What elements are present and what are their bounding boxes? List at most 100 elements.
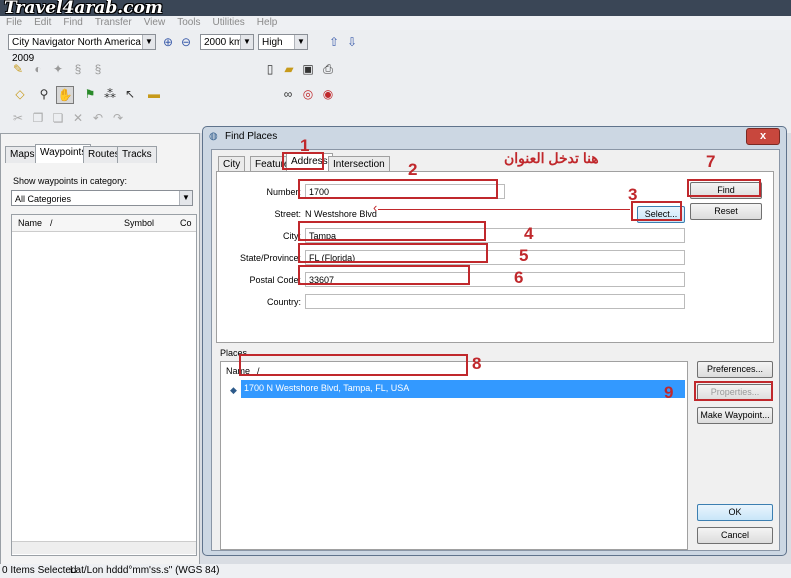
- arabic-instruction: هنا تدخل العنوان: [504, 150, 599, 166]
- menu-edit[interactable]: Edit: [28, 16, 57, 30]
- cut-icon[interactable]: ✂: [10, 110, 26, 126]
- street-value: N Westshore Blvd: [305, 209, 377, 219]
- places-list[interactable]: Name / ◆ 1700 N Westshore Blvd, Tampa, F…: [220, 361, 688, 550]
- chevron-down-icon: ▼: [294, 35, 307, 49]
- column-sort[interactable]: /: [50, 215, 53, 231]
- chevron-down-icon: ▼: [179, 191, 192, 205]
- toolbar-area: City Navigator North America 2009 ▼ ⊕ ⊖ 2…: [0, 30, 791, 133]
- dialog-globe-icon: ◍: [209, 131, 218, 142]
- waypoint-flag-icon[interactable]: ⚑: [82, 86, 98, 102]
- list-header: Name / Symbol Co: [12, 215, 196, 232]
- annotation-box-postal: [298, 265, 470, 285]
- column-symbol[interactable]: Symbol: [124, 215, 154, 231]
- measure-ruler-icon[interactable]: ▬: [146, 86, 162, 102]
- annotation-number-3: 3: [628, 185, 638, 204]
- place-marker-icon: ◆: [230, 385, 237, 395]
- menu-utilities[interactable]: Utilities: [207, 16, 251, 30]
- status-bar: 0 Items Selected Lat/Lon hddd°mm'ss.s" (…: [0, 564, 791, 578]
- eraser-tool-icon[interactable]: ◐: [30, 61, 46, 77]
- make-waypoint-button[interactable]: Make Waypoint...: [697, 407, 773, 424]
- annotation-number-1: 1: [300, 136, 310, 155]
- status-format: Lat/Lon hddd°mm'ss.s" (WGS 84): [70, 565, 220, 576]
- city-label: City:: [283, 231, 301, 241]
- delete-icon[interactable]: ✕: [70, 110, 86, 126]
- zoom-scale-select[interactable]: 2000 km ▼: [200, 34, 254, 50]
- paste-icon[interactable]: ❏: [50, 110, 66, 126]
- menu-file[interactable]: File: [0, 16, 28, 30]
- state-label: State/Province:: [239, 253, 301, 263]
- status-items: 0 Items Selected: [2, 565, 77, 576]
- detail-select[interactable]: High ▼: [258, 34, 308, 50]
- annotation-box-number: [298, 179, 498, 199]
- map-product-select[interactable]: City Navigator North America 2009 ▼: [8, 34, 156, 64]
- open-folder-icon[interactable]: ▰: [281, 61, 297, 77]
- annotation-number-2: 2: [408, 160, 418, 179]
- annotation-box-city: [298, 221, 486, 241]
- annotation-box-select: [631, 201, 682, 221]
- chevron-down-icon: ▼: [240, 35, 253, 49]
- redo-icon[interactable]: ↷: [110, 110, 126, 126]
- route-tool-icon[interactable]: ✦: [50, 61, 66, 77]
- find-nearby-icon[interactable]: ◎: [300, 86, 316, 102]
- horizontal-scrollbar[interactable]: [12, 541, 196, 554]
- column-name[interactable]: Name: [18, 215, 42, 231]
- number-label: Number:: [266, 187, 301, 197]
- annotation-box-state: [298, 243, 488, 263]
- save-icon[interactable]: ▣: [300, 61, 316, 77]
- list-item[interactable]: 1700 N Westshore Blvd, Tampa, FL, USA: [241, 380, 685, 398]
- annotation-number-5: 5: [519, 246, 529, 265]
- menu-transfer[interactable]: Transfer: [89, 16, 138, 30]
- tab-city[interactable]: City: [218, 156, 246, 172]
- country-field[interactable]: [305, 294, 685, 309]
- undo-icon[interactable]: ↶: [90, 110, 106, 126]
- preferences-button[interactable]: Preferences...: [697, 361, 773, 378]
- tab-intersection[interactable]: Intersection: [328, 156, 390, 172]
- annotation-number-9: 9: [664, 383, 674, 402]
- annotation-number-7: 7: [706, 152, 716, 171]
- find-address-icon[interactable]: ◉: [320, 86, 336, 102]
- zoom-tool-icon[interactable]: ⚲: [36, 86, 52, 102]
- reset-button[interactable]: Reset: [690, 203, 762, 220]
- select-tool-icon[interactable]: ◇: [12, 86, 28, 102]
- annotation-box-make-waypoint: [694, 381, 773, 401]
- annotation-box-result: [239, 354, 468, 376]
- street-label: Street:: [274, 209, 301, 219]
- tab-tracks[interactable]: Tracks: [117, 146, 157, 163]
- close-button[interactable]: x: [746, 128, 780, 145]
- annotation-number-8: 8: [472, 354, 482, 373]
- annotation-arrow-line: [378, 209, 630, 210]
- copy-icon[interactable]: ❐: [30, 110, 46, 126]
- zoom-out-icon[interactable]: ⊖: [178, 34, 194, 50]
- country-label: Country:: [266, 297, 301, 307]
- arrow-left-icon: ‹: [373, 200, 378, 215]
- place-result: 1700 N Westshore Blvd, Tampa, FL, USA: [244, 383, 410, 393]
- menu-view[interactable]: View: [138, 16, 172, 30]
- postal-label: Postal Code:: [249, 275, 301, 285]
- pan-hand-icon[interactable]: ✋: [56, 86, 74, 104]
- chevron-down-icon: ▼: [142, 35, 155, 49]
- category-label: Show waypoints in category:: [13, 176, 128, 186]
- receive-from-device-icon[interactable]: ⇩: [344, 34, 360, 50]
- ok-button[interactable]: OK: [697, 504, 773, 521]
- track-draw-icon[interactable]: §: [90, 61, 106, 77]
- print-icon[interactable]: ⎙: [320, 61, 336, 77]
- route-nodes-icon[interactable]: ⁂: [102, 86, 118, 102]
- column-comment[interactable]: Co: [180, 215, 192, 231]
- zoom-in-icon[interactable]: ⊕: [160, 34, 176, 50]
- category-select[interactable]: All Categories ▼: [11, 190, 193, 206]
- pointer-icon[interactable]: ↖: [122, 86, 138, 102]
- track-tool-icon[interactable]: §: [70, 61, 86, 77]
- left-panel: Maps Waypoints Routes Tracks Show waypoi…: [0, 133, 200, 565]
- menu-tools[interactable]: Tools: [171, 16, 206, 30]
- menu-find[interactable]: Find: [57, 16, 88, 30]
- menu-bar: File Edit Find Transfer View Tools Utilities He…: [0, 16, 791, 30]
- new-file-icon[interactable]: ▯: [262, 61, 278, 77]
- pencil-tool-icon[interactable]: ✎: [10, 61, 26, 77]
- send-to-device-icon[interactable]: ⇧: [326, 34, 342, 50]
- waypoint-list[interactable]: Name / Symbol Co: [11, 214, 197, 556]
- cancel-button[interactable]: Cancel: [697, 527, 773, 544]
- menu-help[interactable]: Help: [251, 16, 284, 30]
- annotation-number-6: 6: [514, 268, 524, 287]
- annotation-box-find: [687, 179, 761, 197]
- find-binoculars-icon[interactable]: ∞: [280, 86, 296, 102]
